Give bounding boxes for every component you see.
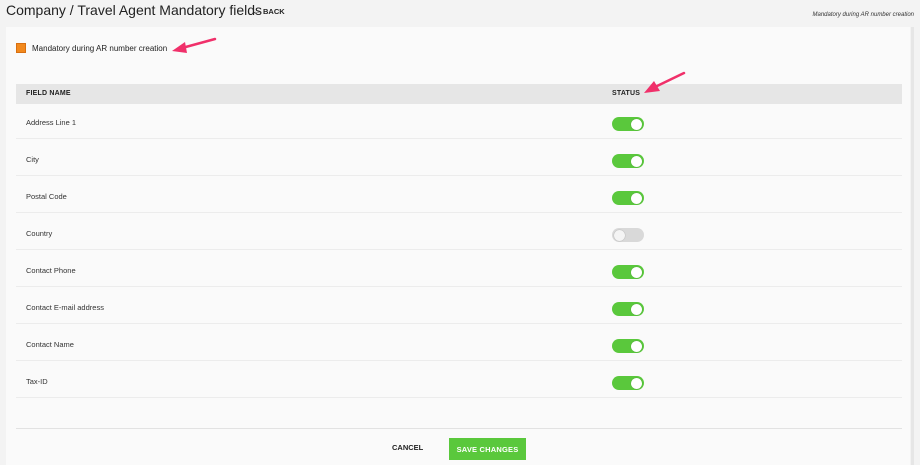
field-name: Postal Code	[26, 192, 67, 201]
annotation-arrow-icon	[644, 71, 686, 93]
table-row: Contact E-mail address	[16, 289, 902, 324]
table-row: Tax-ID	[16, 363, 902, 398]
field-name: Tax-ID	[26, 377, 48, 386]
column-header-status: STATUS	[612, 90, 641, 97]
toggle-knob	[614, 229, 625, 241]
toggle-knob	[631, 266, 642, 278]
table-row: City	[16, 141, 902, 176]
status-toggle[interactable]	[612, 228, 644, 242]
toggle-knob	[631, 155, 642, 167]
column-header-field-name: FIELD NAME	[26, 90, 71, 97]
toggle-knob	[631, 303, 642, 315]
status-toggle[interactable]	[612, 302, 644, 316]
legend: Mandatory during AR number creation	[16, 43, 167, 53]
table-row: Country	[16, 215, 902, 250]
annotation-arrow-icon	[172, 37, 217, 53]
arrow-left-icon: ←	[252, 6, 261, 16]
status-toggle[interactable]	[612, 117, 644, 131]
legend-label: Mandatory during AR number creation	[32, 43, 168, 53]
field-name: Contact Phone	[26, 266, 76, 275]
toggle-knob	[631, 377, 642, 389]
status-toggle[interactable]	[612, 339, 644, 353]
legend-swatch	[16, 43, 26, 53]
page-header: Company / Travel Agent Mandatory fields …	[0, 0, 920, 26]
table-row: Contact Name	[16, 326, 902, 361]
back-label: BACK	[263, 7, 285, 16]
toggle-knob	[631, 118, 642, 130]
status-toggle[interactable]	[612, 191, 644, 205]
scrollbar[interactable]	[914, 30, 918, 465]
status-toggle[interactable]	[612, 154, 644, 168]
toggle-knob	[631, 340, 642, 352]
field-name: Address Line 1	[26, 118, 77, 127]
table-row: Contact Phone	[16, 252, 902, 287]
table-row: Address Line 1	[16, 104, 902, 139]
save-changes-button[interactable]: SAVE CHANGES	[449, 438, 526, 460]
status-toggle[interactable]	[612, 265, 644, 279]
back-link[interactable]: ← BACK	[252, 6, 285, 16]
cancel-button[interactable]: CANCEL	[392, 443, 423, 452]
page-title: Company / Travel Agent Mandatory fields	[6, 2, 263, 18]
table-header: FIELD NAME STATUS	[16, 84, 902, 104]
status-toggle[interactable]	[612, 376, 644, 390]
table-row: Postal Code	[16, 178, 902, 213]
field-name: Country	[26, 229, 53, 238]
field-name: City	[26, 155, 39, 164]
header-note: Mandatory during AR number creation	[812, 12, 915, 18]
field-name: Contact E-mail address	[26, 303, 104, 312]
footer-divider	[16, 428, 902, 429]
toggle-knob	[631, 192, 642, 204]
field-name: Contact Name	[26, 340, 74, 349]
